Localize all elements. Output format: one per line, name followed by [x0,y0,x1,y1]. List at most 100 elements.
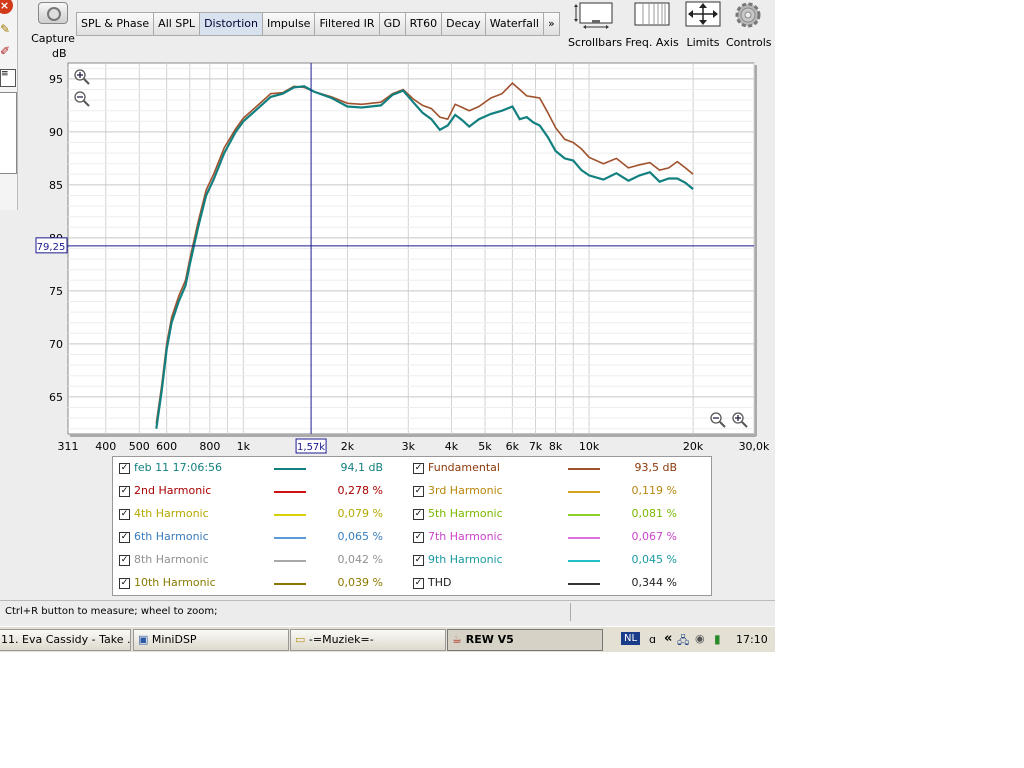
x-tick-label: 5k [478,440,492,453]
scrollbars-button[interactable]: Scrollbars [568,1,622,49]
edit-icon[interactable]: ✎ [0,22,14,36]
x-tick-label: 10k [579,440,600,453]
tab-rt60[interactable]: RT60 [405,13,443,35]
y-tick-label: 65 [49,391,63,404]
taskbar-item-label: REW V5 [465,633,514,646]
y-tick-label: 75 [49,285,63,298]
app-window-icon: ▣ [138,633,149,646]
legend-value: 0,344 % [631,576,677,589]
legend-checkbox[interactable]: ✓ [413,486,424,497]
legend-value: 0,079 % [337,507,383,520]
legend-checkbox[interactable]: ✓ [413,532,424,543]
capture-label: Capture [31,32,75,45]
legend-value: 94,1 dB [340,461,383,474]
volume-icon[interactable]: ◉ [695,632,705,645]
x-tick-label: 30,0k [739,440,770,453]
tab-gd[interactable]: GD [379,13,406,35]
tab-filtered-ir[interactable]: Filtered IR [315,13,380,35]
y-tick-label: 85 [49,179,63,192]
legend-value: 93,5 dB [634,461,677,474]
plot-shadow [70,434,756,437]
legend-line-swatch [568,560,600,562]
legend-label: 8th Harmonic [134,553,209,566]
clock: 17:10 [736,633,768,646]
legend-label: 7th Harmonic [428,530,503,543]
x-tick-label: 3k [402,440,416,453]
legend-checkbox[interactable]: ✓ [413,509,424,520]
folder-icon: ▭ [295,633,306,646]
x-tick-label: 6k [506,440,520,453]
tab-all-spl[interactable]: All SPL [154,13,201,35]
tab-spl-phase[interactable]: SPL & Phase [77,13,155,35]
x-tick-label: 8k [549,440,563,453]
controls-button[interactable]: Controls [726,1,772,49]
distortion-graph[interactable]: 65707580859095dB3114005006008001k2k3k4k5… [0,46,775,456]
x-tick-label: 7k [529,440,543,453]
taskbar-item-eva-cassidy[interactable]: 11. Eva Cassidy - Take ... [0,629,131,651]
legend-checkbox[interactable]: ✓ [413,578,424,589]
x-tick-label: 20k [683,440,704,453]
freq-axis-icon [624,1,680,31]
legend-checkbox[interactable]: ✓ [119,509,130,520]
tab-decay[interactable]: Decay [442,13,486,35]
legend-value: 0,067 % [631,530,677,543]
language-indicator[interactable]: NL [621,632,641,645]
tab-distortion[interactable]: Distortion [200,13,263,35]
legend-label: feb 11 17:06:56 [134,461,223,474]
limits-icon [682,1,724,31]
legend-line-swatch [274,560,306,562]
legend-line-swatch [568,468,600,470]
legend-checkbox[interactable]: ✓ [413,555,424,566]
legend-checkbox[interactable]: ✓ [119,555,130,566]
x-tick-label: 500 [129,440,150,453]
close-icon[interactable]: × [0,0,13,14]
legend-checkbox[interactable]: ✓ [119,532,130,543]
x-tick-label: 4k [445,440,459,453]
tab-impulse[interactable]: Impulse [262,13,316,35]
capture-button[interactable]: Capture [31,2,75,46]
legend-value: 0,119 % [631,484,677,497]
legend-checkbox[interactable]: ✓ [119,578,130,589]
limits-button[interactable]: Limits [682,1,724,49]
legend-value: 0,065 % [337,530,383,543]
status-bar: Ctrl+R button to measure; wheel to zoom; [0,600,775,623]
taskbar-item-minidsp[interactable]: ▣ MiniDSP [133,629,289,651]
input-icon[interactable]: ɑ [649,633,656,646]
network-icon[interactable]: 🖧 [677,632,689,651]
cursor-y-readout: 79,25 [37,242,66,253]
taskbar-item-label: 11. Eva Cassidy - Take ... [1,633,131,646]
y-axis-unit: dB [52,47,67,60]
rew-window: × ✎ ✐ ≡ Capture SPL & Phase All SPL Distor… [0,0,775,652]
legend-line-swatch [274,514,306,516]
x-tick-label: 2k [341,440,355,453]
legend-label: 3rd Harmonic [428,484,503,497]
legend-checkbox[interactable]: ✓ [119,463,130,474]
freq-axis-button[interactable]: Freq. Axis [624,1,680,49]
taskbar-item-muziek[interactable]: ▭ -=Muziek=- [290,629,446,651]
legend-value: 0,045 % [631,553,677,566]
legend-label: THD [428,576,452,589]
legend-label: 2nd Harmonic [134,484,212,497]
legend-label: 6th Harmonic [134,530,209,543]
legend-line-swatch [274,537,306,539]
taskbar-item-rew[interactable]: ☕ REW V5 [447,629,603,651]
cursor-x-readout: 1,57k [297,442,325,453]
system-tray: NL ɑ « 🖧 ◉ ▮ 17:10 [617,629,775,649]
x-tick-label: 400 [95,440,116,453]
tab-overflow-chevron[interactable]: » [543,13,559,35]
chevron-left-icon[interactable]: « [664,631,672,646]
taskbar: 11. Eva Cassidy - Take ... ▣ MiniDSP ▭ -… [0,626,775,652]
battery-icon[interactable]: ▮ [714,632,721,646]
legend-line-swatch [274,583,306,585]
legend-checkbox[interactable]: ✓ [119,486,130,497]
legend-line-swatch [274,468,306,470]
legend-line-swatch [568,537,600,539]
tab-waterfall[interactable]: Waterfall [485,13,544,35]
legend-value: 0,042 % [337,553,383,566]
gear-icon [726,1,770,31]
chart-svg[interactable]: 65707580859095dB3114005006008001k2k3k4k5… [0,46,775,456]
legend-label: 4th Harmonic [134,507,209,520]
legend-line-swatch [568,514,600,516]
legend-label: 5th Harmonic [428,507,503,520]
legend-checkbox[interactable]: ✓ [413,463,424,474]
